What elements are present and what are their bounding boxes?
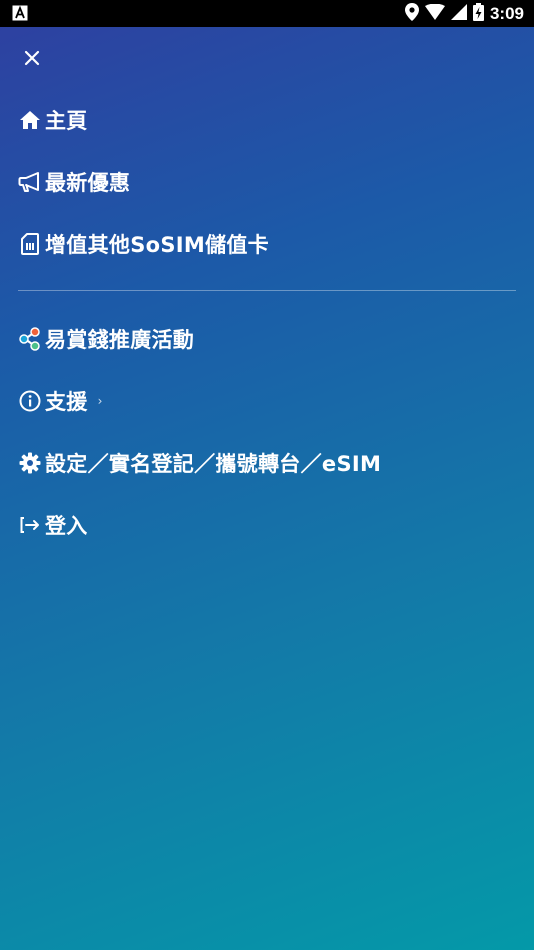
menu-divider <box>18 290 516 291</box>
menu-item-label: 登入 <box>45 514 88 538</box>
sim-card-icon <box>18 232 42 256</box>
status-time: 3:09 <box>489 4 524 23</box>
close-button[interactable] <box>18 44 46 72</box>
battery-charging-icon <box>472 3 484 25</box>
notification-app-icon <box>12 5 28 21</box>
close-icon <box>24 50 40 66</box>
status-icons: 3:09 <box>404 3 524 25</box>
menu-item-label: 易賞錢推廣活動 <box>45 328 195 352</box>
location-icon <box>404 3 419 25</box>
megaphone-icon <box>18 170 42 194</box>
signal-icon <box>450 4 467 24</box>
menu-item-settings[interactable]: 設定／實名登記／攜號轉台／eSIM <box>18 445 381 481</box>
menu-item-label: 支援 <box>45 390 88 414</box>
menu-item-label: 最新優惠 <box>45 171 131 195</box>
menu-item-topup-sim[interactable]: 增值其他SoSIM儲值卡 <box>18 226 269 262</box>
sign-in-icon <box>18 513 42 537</box>
menu-item-label: 設定／實名登記／攜號轉台／eSIM <box>45 452 382 476</box>
menu-item-login[interactable]: 登入 <box>18 507 88 543</box>
chevron-right-icon: › <box>97 394 103 408</box>
gear-icon <box>18 451 42 475</box>
menu-item-label: 主頁 <box>45 109 88 133</box>
menu-item-support[interactable]: 支援 › <box>18 383 102 419</box>
menu-item-home[interactable]: 主頁 <box>18 102 88 138</box>
share-nodes-icon <box>18 327 42 351</box>
menu-item-label: 增值其他SoSIM儲值卡 <box>45 233 269 257</box>
home-icon <box>18 108 42 132</box>
wifi-icon <box>424 3 445 24</box>
status-bar: 3:09 <box>0 0 534 27</box>
menu-item-referral[interactable]: 易賞錢推廣活動 <box>18 321 194 357</box>
info-circle-icon <box>18 389 42 413</box>
menu-item-promotions[interactable]: 最新優惠 <box>18 164 130 200</box>
